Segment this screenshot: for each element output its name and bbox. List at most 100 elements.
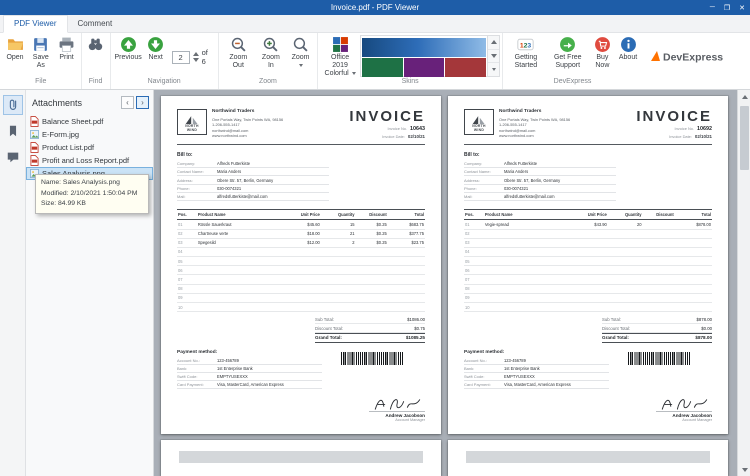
grand-total-label: Grand Total: — [315, 335, 342, 340]
comment-bubble-icon — [6, 150, 20, 164]
comments-panel-button[interactable] — [3, 147, 23, 167]
northwind-logo: NORTH WIND — [464, 109, 494, 135]
attachment-item[interactable]: Product List.pdf — [26, 141, 153, 154]
zoom-in-button[interactable]: Zoom In — [256, 34, 286, 70]
zoom-button[interactable]: Zoom — [286, 34, 315, 70]
skin-swatch-red[interactable] — [445, 58, 485, 77]
scroll-down-icon[interactable] — [738, 463, 750, 476]
page-spinner-down-icon[interactable] — [193, 58, 199, 62]
save-as-icon — [32, 36, 49, 53]
next-button[interactable]: Next — [144, 34, 168, 62]
document-area: NORTH WIND Northwind Traders One Portals… — [154, 90, 750, 476]
invoice-table-row: 03 — [464, 238, 712, 247]
barcode — [628, 352, 690, 365]
invoice-table-row: 05 — [464, 257, 712, 266]
find-button[interactable] — [84, 34, 108, 54]
zoom-in-icon — [262, 36, 279, 53]
group-label-devexpress: DevExpress — [505, 78, 640, 87]
minimize-button[interactable]: ─ — [710, 4, 715, 11]
attachment-item[interactable]: E-Form.jpg — [26, 128, 153, 141]
invoice-table-row: 09 — [464, 293, 712, 302]
group-label-skins: Skins — [320, 78, 500, 87]
bill-to-block: Bill to: Company:Alfreds Futterkiste Con… — [177, 152, 329, 201]
navigation-pane-strip — [0, 90, 26, 476]
gallery-scroll-down-button[interactable] — [488, 50, 499, 64]
attachment-item[interactable]: Balance Sheet.pdf — [26, 115, 153, 128]
invoice-title: INVOICE — [636, 109, 712, 124]
ribbon-group-devexpress: 123 Getting Started Get Free Support Buy… — [503, 33, 642, 89]
page-number-input[interactable]: 2 — [172, 51, 190, 64]
invoice-document: NORTH WIND Northwind Traders One Portals… — [448, 96, 728, 434]
buy-now-button[interactable]: Buy Now — [589, 34, 616, 70]
gallery-scroll-up-button[interactable] — [488, 36, 499, 50]
attachment-tooltip: Name: Sales Analysis.png Modified: 2/10/… — [35, 174, 149, 214]
invoice-table-row: 01Vegie-spread$43.9020$878.00 — [464, 220, 712, 229]
save-as-button[interactable]: Save As — [27, 34, 55, 70]
invoice-table-row: 08 — [464, 284, 712, 293]
invoice-page-2: NORTH WIND Northwind Traders One Portals… — [161, 96, 441, 434]
print-button[interactable]: Print — [55, 34, 79, 62]
discount-total-label: Discount Total: — [315, 326, 343, 331]
svg-text:DevExpress: DevExpress — [663, 51, 723, 63]
vertical-scrollbar[interactable] — [737, 90, 750, 476]
payment-method-title: Payment method: — [464, 350, 609, 355]
getting-started-button[interactable]: 123 Getting Started — [505, 34, 547, 70]
attachment-item[interactable]: Profit and Loss Report.pdf — [26, 154, 153, 167]
attachments-list: Balance Sheet.pdf E-Form.jpg Product Lis… — [26, 113, 153, 180]
payment-bank: 1st Enterprise Bank — [504, 366, 609, 371]
previous-button[interactable]: Previous — [113, 34, 144, 62]
grand-total-label: Grand Total: — [602, 335, 629, 340]
attachments-title: Attachments — [32, 98, 121, 108]
skin-selector-dropdown[interactable]: Office 2019Colorful — [320, 34, 360, 78]
image-file-icon — [30, 129, 39, 140]
maximize-button[interactable]: ❐ — [724, 4, 730, 12]
close-button[interactable]: ✕ — [739, 4, 745, 12]
skin-dropdown-icon — [352, 72, 356, 75]
bill-to-address: Obere Str. 57, Berlin, Germany — [504, 178, 616, 183]
signature-role: Account Manager — [369, 418, 425, 422]
about-button[interactable]: About — [616, 34, 640, 62]
tab-comment[interactable]: Comment — [68, 16, 123, 32]
attachments-prev-button[interactable]: ‹ — [121, 96, 134, 109]
pdf-file-icon — [30, 155, 39, 166]
ribbon-group-file: Open Save As Print File — [1, 33, 82, 89]
gallery-dropdown-button[interactable] — [488, 63, 499, 76]
invoice-header: NORTH WIND Northwind Traders One Portals… — [177, 109, 425, 139]
ribbon-group-zoom: Zoom Out Zoom In Zoom Zoom — [219, 33, 319, 89]
sub-total-value: $1086.00 — [407, 317, 425, 322]
invoice-table-row: 04 — [464, 247, 712, 256]
get-free-support-button[interactable]: Get Free Support — [547, 34, 589, 70]
attachments-header: Attachments ‹ › — [26, 90, 153, 113]
skin-swatch-green[interactable] — [362, 58, 402, 77]
partial-page-content — [466, 451, 710, 463]
payment-method-title: Payment method: — [177, 350, 322, 355]
bill-to-company: Alfreds Futterkiste — [217, 161, 329, 166]
attachments-next-button[interactable]: › — [136, 96, 149, 109]
bill-to-contact: Maria Anders — [504, 169, 616, 174]
page-spinner-up-icon[interactable] — [193, 52, 199, 56]
bill-to-mail: alfredsfutterkiste@mail.com — [504, 194, 616, 199]
tab-pdf-viewer[interactable]: PDF Viewer — [3, 15, 68, 33]
zoom-out-button[interactable]: Zoom Out — [221, 34, 256, 70]
skin-swatch-blue[interactable] — [362, 38, 485, 57]
totals-block: Sub Total:$1086.00 Discount Total:$0.75 … — [315, 315, 425, 342]
ribbon-group-navigation: Previous Next 2 of 6 Navigation — [111, 33, 219, 89]
bookmarks-panel-button[interactable] — [3, 121, 23, 141]
bill-to-company: Alfreds Futterkiste — [504, 161, 616, 166]
invoice-table-row: 09 — [177, 293, 425, 302]
partial-page-content — [179, 451, 423, 463]
open-button[interactable]: Open — [3, 34, 27, 62]
scrollbar-thumb[interactable] — [740, 106, 749, 170]
skin-swatch-purple[interactable] — [404, 58, 444, 77]
ribbon-group-skins: Office 2019Colorful Skin — [318, 33, 503, 89]
ribbon-group-find: Find — [82, 33, 111, 89]
invoice-table-row: 01Rössle Sauerkraut$45.6015$0.25$683.75 — [177, 220, 425, 229]
sub-total-label: Sub Total: — [315, 317, 334, 322]
group-label-navigation: Navigation — [113, 78, 216, 87]
invoice-title: INVOICE — [349, 109, 425, 124]
ribbon: Open Save As Print File Find — [0, 33, 750, 90]
scroll-up-icon[interactable] — [738, 90, 750, 103]
attachments-panel-button[interactable] — [3, 95, 23, 115]
payment-card: Visa, MasterCard, American Express — [217, 382, 322, 387]
company-name: Northwind Traders — [499, 109, 570, 115]
